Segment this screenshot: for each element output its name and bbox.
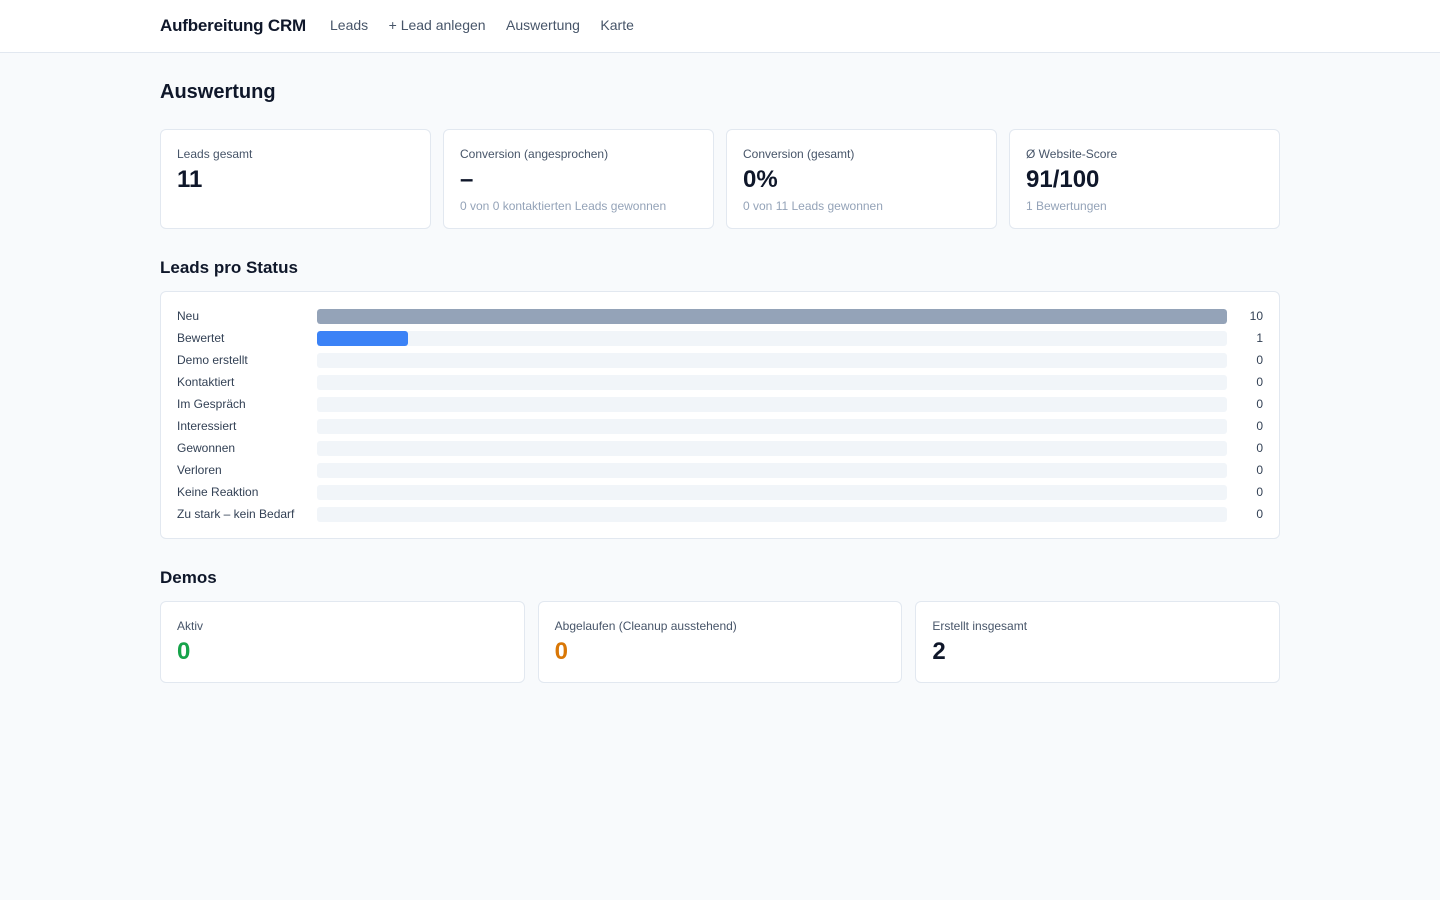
nav-link-add-lead[interactable]: + Lead anlegen <box>389 17 486 33</box>
status-label: Interessiert <box>177 419 237 433</box>
status-row: Keine Reaktion 0 <box>177 481 1263 503</box>
status-bar-list: Neu 10 Bewertet 1 Demo erstellt 0 Kontak… <box>160 291 1280 539</box>
status-bar-track <box>317 440 1227 456</box>
status-bar-track <box>317 462 1227 478</box>
main-content: Auswertung Leads gesamt 11 Conversion (a… <box>160 79 1281 683</box>
status-count: 0 <box>1256 397 1263 411</box>
status-row: Kontaktiert 0 <box>177 371 1263 393</box>
demo-card-expired: Abgelaufen (Cleanup ausstehend) 0 <box>537 601 903 683</box>
status-row: Gewonnen 0 <box>177 437 1263 459</box>
status-bar-track <box>317 308 1227 324</box>
status-label: Demo erstellt <box>177 353 248 367</box>
kpi-value: 11 <box>177 166 203 193</box>
status-count: 0 <box>1256 463 1263 477</box>
kpi-subtext: 1 Bewertungen <box>1026 199 1107 213</box>
kpi-subtext: 0 von 11 Leads gewonnen <box>743 199 883 213</box>
status-label: Bewertet <box>177 331 225 345</box>
status-bar-track <box>317 396 1227 412</box>
status-label: Kontaktiert <box>177 375 235 389</box>
status-row: Bewertet 1 <box>177 327 1263 349</box>
demo-label: Erstellt insgesamt <box>932 619 1028 633</box>
status-row: Interessiert 0 <box>177 415 1263 437</box>
demo-value: 0 <box>554 638 569 665</box>
status-count: 10 <box>1249 309 1263 323</box>
status-bar-fill <box>317 308 1227 324</box>
kpi-label: Leads gesamt <box>177 147 253 161</box>
status-count: 0 <box>1256 485 1263 499</box>
demo-label: Aktiv <box>177 619 204 633</box>
section-title: Demos <box>160 568 217 587</box>
status-count: 1 <box>1256 331 1263 345</box>
kpi-row: Leads gesamt 11 Conversion (angesprochen… <box>160 129 1280 229</box>
status-label: Im Gespräch <box>177 397 246 411</box>
nav-link-karte[interactable]: Karte <box>600 17 633 33</box>
demos-section: Demos Aktiv 0 Abgelaufen (Cleanup ausste… <box>160 567 1281 683</box>
status-bar-track <box>317 374 1227 390</box>
kpi-label: Ø Website-Score <box>1026 147 1118 161</box>
status-bar-fill <box>317 330 408 346</box>
status-label: Zu stark – kein Bedarf <box>177 507 295 521</box>
status-bar-track <box>317 352 1227 368</box>
status-label: Verloren <box>177 463 222 477</box>
kpi-value: – <box>460 166 474 193</box>
kpi-label: Conversion (angesprochen) <box>460 147 609 161</box>
top-navigation-bar: Aufbereitung CRM Leads + Lead anlegen Au… <box>0 0 1440 53</box>
status-row: Im Gespräch 0 <box>177 393 1263 415</box>
kpi-card-conversion-total: Conversion (gesamt) 0% 0 von 11 Leads ge… <box>726 129 997 229</box>
demo-value: 2 <box>932 638 946 665</box>
kpi-label: Conversion (gesamt) <box>743 147 855 161</box>
main-nav: Leads + Lead anlegen Auswertung Karte <box>330 17 650 35</box>
demo-card-active: Aktiv 0 <box>160 601 525 683</box>
status-bar-track <box>317 330 1227 346</box>
status-row: Demo erstellt 0 <box>177 349 1263 371</box>
status-label: Gewonnen <box>177 441 236 455</box>
status-count: 0 <box>1256 419 1263 433</box>
status-bar-track <box>317 506 1227 522</box>
status-row: Verloren 0 <box>177 459 1263 481</box>
status-row: Zu stark – kein Bedarf 0 <box>177 503 1263 525</box>
kpi-card-leads-total: Leads gesamt 11 <box>160 129 431 229</box>
status-bar-track <box>317 418 1227 434</box>
demo-label: Abgelaufen (Cleanup ausstehend) <box>554 619 737 633</box>
app-title[interactable]: Aufbereitung CRM <box>160 16 306 36</box>
status-bar-track <box>317 484 1227 500</box>
kpi-subtext: 0 von 0 kontaktierten Leads gewonnen <box>460 199 667 213</box>
page-title: Auswertung <box>160 81 276 103</box>
kpi-value: 91/100 <box>1026 166 1100 193</box>
nav-link-leads[interactable]: Leads <box>330 17 368 33</box>
kpi-card-website-score: Ø Website-Score 91/100 1 Bewertungen <box>1009 129 1280 229</box>
section-title: Leads pro Status <box>160 258 298 277</box>
demo-value: 0 <box>177 638 191 665</box>
top-navigation-inner: Aufbereitung CRM Leads + Lead anlegen Au… <box>160 0 1280 52</box>
demo-card-created-total: Erstellt insgesamt 2 <box>915 601 1281 683</box>
status-count: 0 <box>1256 441 1263 455</box>
status-count: 0 <box>1256 375 1263 389</box>
status-row: Neu 10 <box>177 305 1263 327</box>
nav-link-auswertung[interactable]: Auswertung <box>506 17 580 33</box>
kpi-card-conversion-contacted: Conversion (angesprochen) – 0 von 0 kont… <box>443 129 714 229</box>
kpi-value: 0% <box>743 166 778 193</box>
status-label: Neu <box>177 309 200 323</box>
leads-per-status-section: Leads pro Status Neu 10 Bewertet 1 Demo … <box>160 257 1280 539</box>
demo-card-row: Aktiv 0 Abgelaufen (Cleanup ausstehend) … <box>160 601 1281 683</box>
status-label: Keine Reaktion <box>177 485 259 499</box>
status-count: 0 <box>1256 353 1263 367</box>
status-count: 0 <box>1256 507 1263 521</box>
